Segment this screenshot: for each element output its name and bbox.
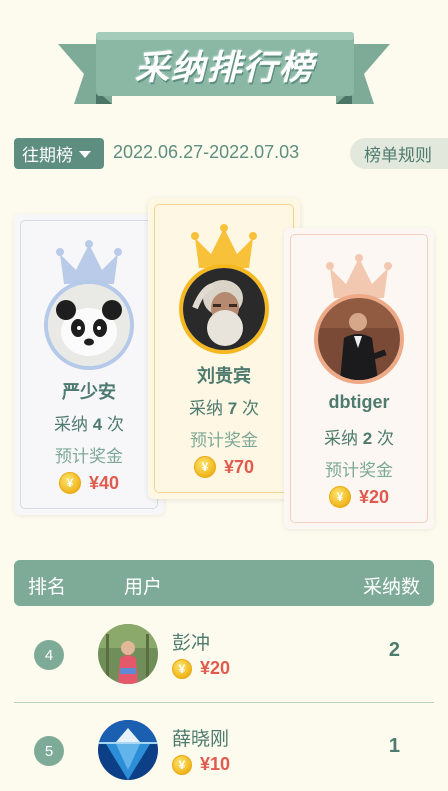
prize-amount: ¥ ¥40: [14, 472, 164, 494]
estimated-prize-label: 预计奖金: [325, 461, 393, 480]
rank-badge: 4: [34, 640, 64, 670]
iceberg-avatar: [98, 720, 158, 780]
user-name: 刘贵宾: [197, 366, 251, 386]
header-rank: 排名: [28, 577, 67, 598]
user-name: 薛晓刚: [172, 729, 230, 750]
avatar[interactable]: [314, 294, 404, 384]
header-user: 用户: [124, 577, 163, 598]
ranking-table-header: 排名 用户 采纳数: [14, 560, 434, 606]
adopt-count: 采纳 4 次: [54, 415, 124, 434]
coin-icon: ¥: [193, 456, 216, 478]
adopt-count: 采纳 7 次: [189, 399, 259, 418]
header-adopt-count: 采纳数: [362, 577, 420, 598]
date-range: 2022.06.27-2022.07.03: [113, 142, 300, 162]
avatar[interactable]: [44, 280, 134, 370]
child-avatar: [98, 624, 158, 684]
prize-amount: ¥ ¥20: [172, 658, 230, 679]
prize-amount: ¥ ¥20: [284, 486, 434, 508]
past-rankings-dropdown[interactable]: 往期榜: [14, 138, 104, 169]
prize-amount: ¥ ¥10: [172, 754, 230, 775]
user-name: dbtiger: [328, 392, 390, 412]
table-row[interactable]: 4 彭冲 ¥ ¥20 2: [14, 606, 434, 702]
panda-avatar: [48, 284, 130, 366]
ranking-rules-button[interactable]: 榜单规则: [350, 138, 448, 169]
adopt-count: 2: [388, 639, 400, 661]
podium-card-first[interactable]: 刘贵宾 采纳 7 次 预计奖金 ¥ ¥70: [148, 198, 300, 499]
past-rankings-label: 往期榜: [22, 146, 73, 165]
table-row[interactable]: 5 薛晓刚 ¥ ¥10 1: [14, 702, 434, 791]
user-name: 彭冲: [172, 633, 211, 654]
rank-badge: 5: [34, 736, 64, 766]
caret-down-icon: [79, 151, 91, 158]
adopt-count: 1: [388, 735, 400, 757]
title-banner: 采纳排行榜: [0, 0, 448, 120]
coin-icon: ¥: [58, 472, 81, 494]
podium-card-third[interactable]: dbtiger 采纳 2 次 预计奖金 ¥ ¥20: [284, 228, 434, 529]
bearded-man-avatar: [183, 268, 265, 350]
avatar[interactable]: [98, 720, 158, 780]
man-in-suit-avatar: [318, 298, 400, 380]
estimated-prize-label: 预计奖金: [190, 431, 258, 450]
avatar[interactable]: [179, 264, 269, 354]
prize-amount: ¥ ¥70: [148, 456, 300, 478]
coin-icon: ¥: [172, 754, 192, 775]
user-name: 严少安: [62, 382, 116, 402]
adopt-count: 采纳 2 次: [324, 429, 394, 448]
page-title: 采纳排行榜: [135, 48, 315, 87]
coin-icon: ¥: [328, 486, 351, 508]
podium-card-second[interactable]: 严少安 采纳 4 次 预计奖金 ¥ ¥40: [14, 214, 164, 515]
coin-icon: ¥: [172, 658, 192, 679]
avatar[interactable]: [98, 624, 158, 684]
estimated-prize-label: 预计奖金: [55, 447, 123, 466]
